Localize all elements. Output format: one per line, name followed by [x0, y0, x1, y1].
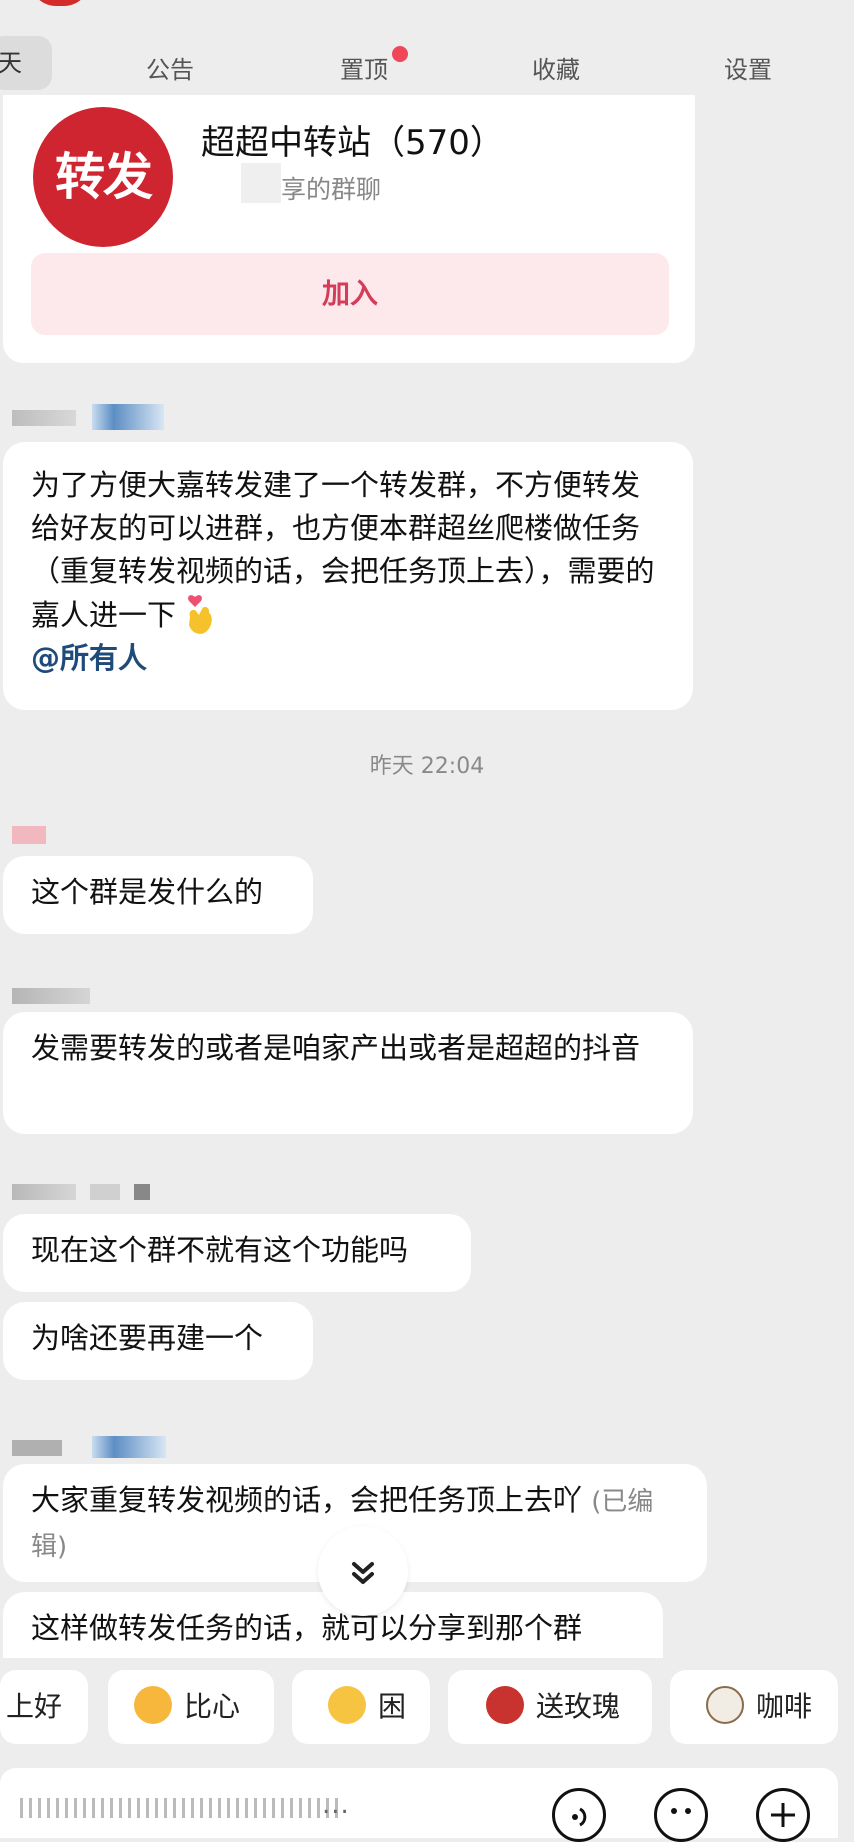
scroll-to-bottom-button[interactable] — [318, 1526, 408, 1616]
timestamp: 昨天 22:04 — [369, 754, 485, 779]
quick-reply-label: 咖啡 — [756, 1690, 813, 1723]
message-text: 为了方便大嘉转发建了一个转发群，不方便转发给好友的可以进群，也方便本群超丝爬楼做… — [31, 468, 655, 632]
sender-name-blurred — [12, 410, 76, 426]
sender-badge-blurred — [92, 1436, 166, 1458]
message-text: 大家重复转发视频的话，会把任务顶上去吖 — [31, 1483, 583, 1517]
group-subtitle: 享的群聊 — [281, 175, 382, 204]
sender-name-blurred — [90, 1184, 120, 1200]
join-button[interactable]: 加入 — [31, 253, 669, 335]
sender-badge-blurred — [92, 404, 164, 430]
message-bubble[interactable]: 现在这个群不就有这个功能吗 — [3, 1214, 471, 1292]
message-bubble[interactable]: 为啥还要再建一个 — [3, 1302, 313, 1380]
tab-announcement[interactable]: 公告 — [146, 50, 194, 85]
message-bubble[interactable]: 这个群是发什么的 — [3, 856, 313, 934]
quick-reply-label: 送玫瑰 — [536, 1690, 621, 1723]
tab-chat[interactable]: 天 — [0, 36, 52, 90]
tab-pinned[interactable]: 置顶 — [340, 50, 388, 85]
group-share-card[interactable]: 转发 超超中转站（570） 享的群聊 加入 — [3, 95, 695, 363]
quick-reply-chip[interactable]: 上好 — [0, 1670, 88, 1744]
rose-emoji-icon — [486, 1686, 524, 1724]
voice-input-icon[interactable] — [552, 1788, 606, 1842]
quick-reply-chip[interactable]: 咖啡 — [670, 1670, 838, 1744]
blurred-text — [241, 163, 281, 203]
mention-all-link[interactable]: @所有人 — [31, 641, 147, 675]
plus-icon[interactable] — [756, 1788, 810, 1842]
quick-reply-label: 困 — [378, 1690, 407, 1723]
message-input[interactable]: ... — [0, 1768, 838, 1838]
message-text: 这个群是发什么的 — [31, 875, 264, 909]
blurred-text — [20, 1798, 340, 1818]
avatar[interactable] — [30, 0, 90, 6]
sender-name-blurred — [12, 988, 90, 1004]
tab-settings[interactable]: 设置 — [724, 50, 772, 85]
input-placeholder: ... — [322, 1790, 350, 1820]
message-text: 发需要转发的或者是咱家产出或者是超超的抖音 — [31, 1031, 641, 1065]
quick-reply-label: 上好 — [6, 1690, 63, 1723]
sender-name-blurred — [134, 1184, 150, 1200]
double-chevron-down-icon — [352, 1562, 374, 1584]
sender-name-blurred — [12, 826, 46, 844]
sender-name-blurred — [12, 1184, 76, 1200]
message-text: 现在这个群不就有这个功能吗 — [31, 1233, 409, 1267]
message-text: 为啥还要再建一个 — [31, 1321, 264, 1355]
quick-reply-chip[interactable]: 困 — [292, 1670, 430, 1744]
unread-dot — [392, 46, 408, 62]
quick-reply-chip[interactable]: 送玫瑰 — [448, 1670, 652, 1744]
group-logo: 转发 — [33, 107, 173, 247]
message-bubble[interactable]: 发需要转发的或者是咱家产出或者是超超的抖音 — [3, 1012, 693, 1134]
sender-name-blurred — [12, 1440, 62, 1456]
quick-reply-label: 比心 — [184, 1690, 241, 1723]
emoji-icon[interactable] — [654, 1788, 708, 1842]
input-bar: ... — [0, 1768, 854, 1842]
finger-heart-emoji-icon — [134, 1686, 172, 1724]
finger-heart-icon — [185, 593, 215, 637]
group-name: 超超中转站（570） — [201, 123, 504, 163]
sleepy-face-emoji-icon — [328, 1686, 366, 1724]
quick-reply-chip[interactable]: 比心 — [108, 1670, 274, 1744]
message-bubble[interactable]: 为了方便大嘉转发建了一个转发群，不方便转发给好友的可以进群，也方便本群超丝爬楼做… — [3, 442, 693, 710]
coffee-emoji-icon — [706, 1686, 744, 1724]
tab-favorites[interactable]: 收藏 — [532, 50, 580, 85]
message-text: 这样做转发任务的话，就可以分享到那个群 — [31, 1611, 583, 1645]
